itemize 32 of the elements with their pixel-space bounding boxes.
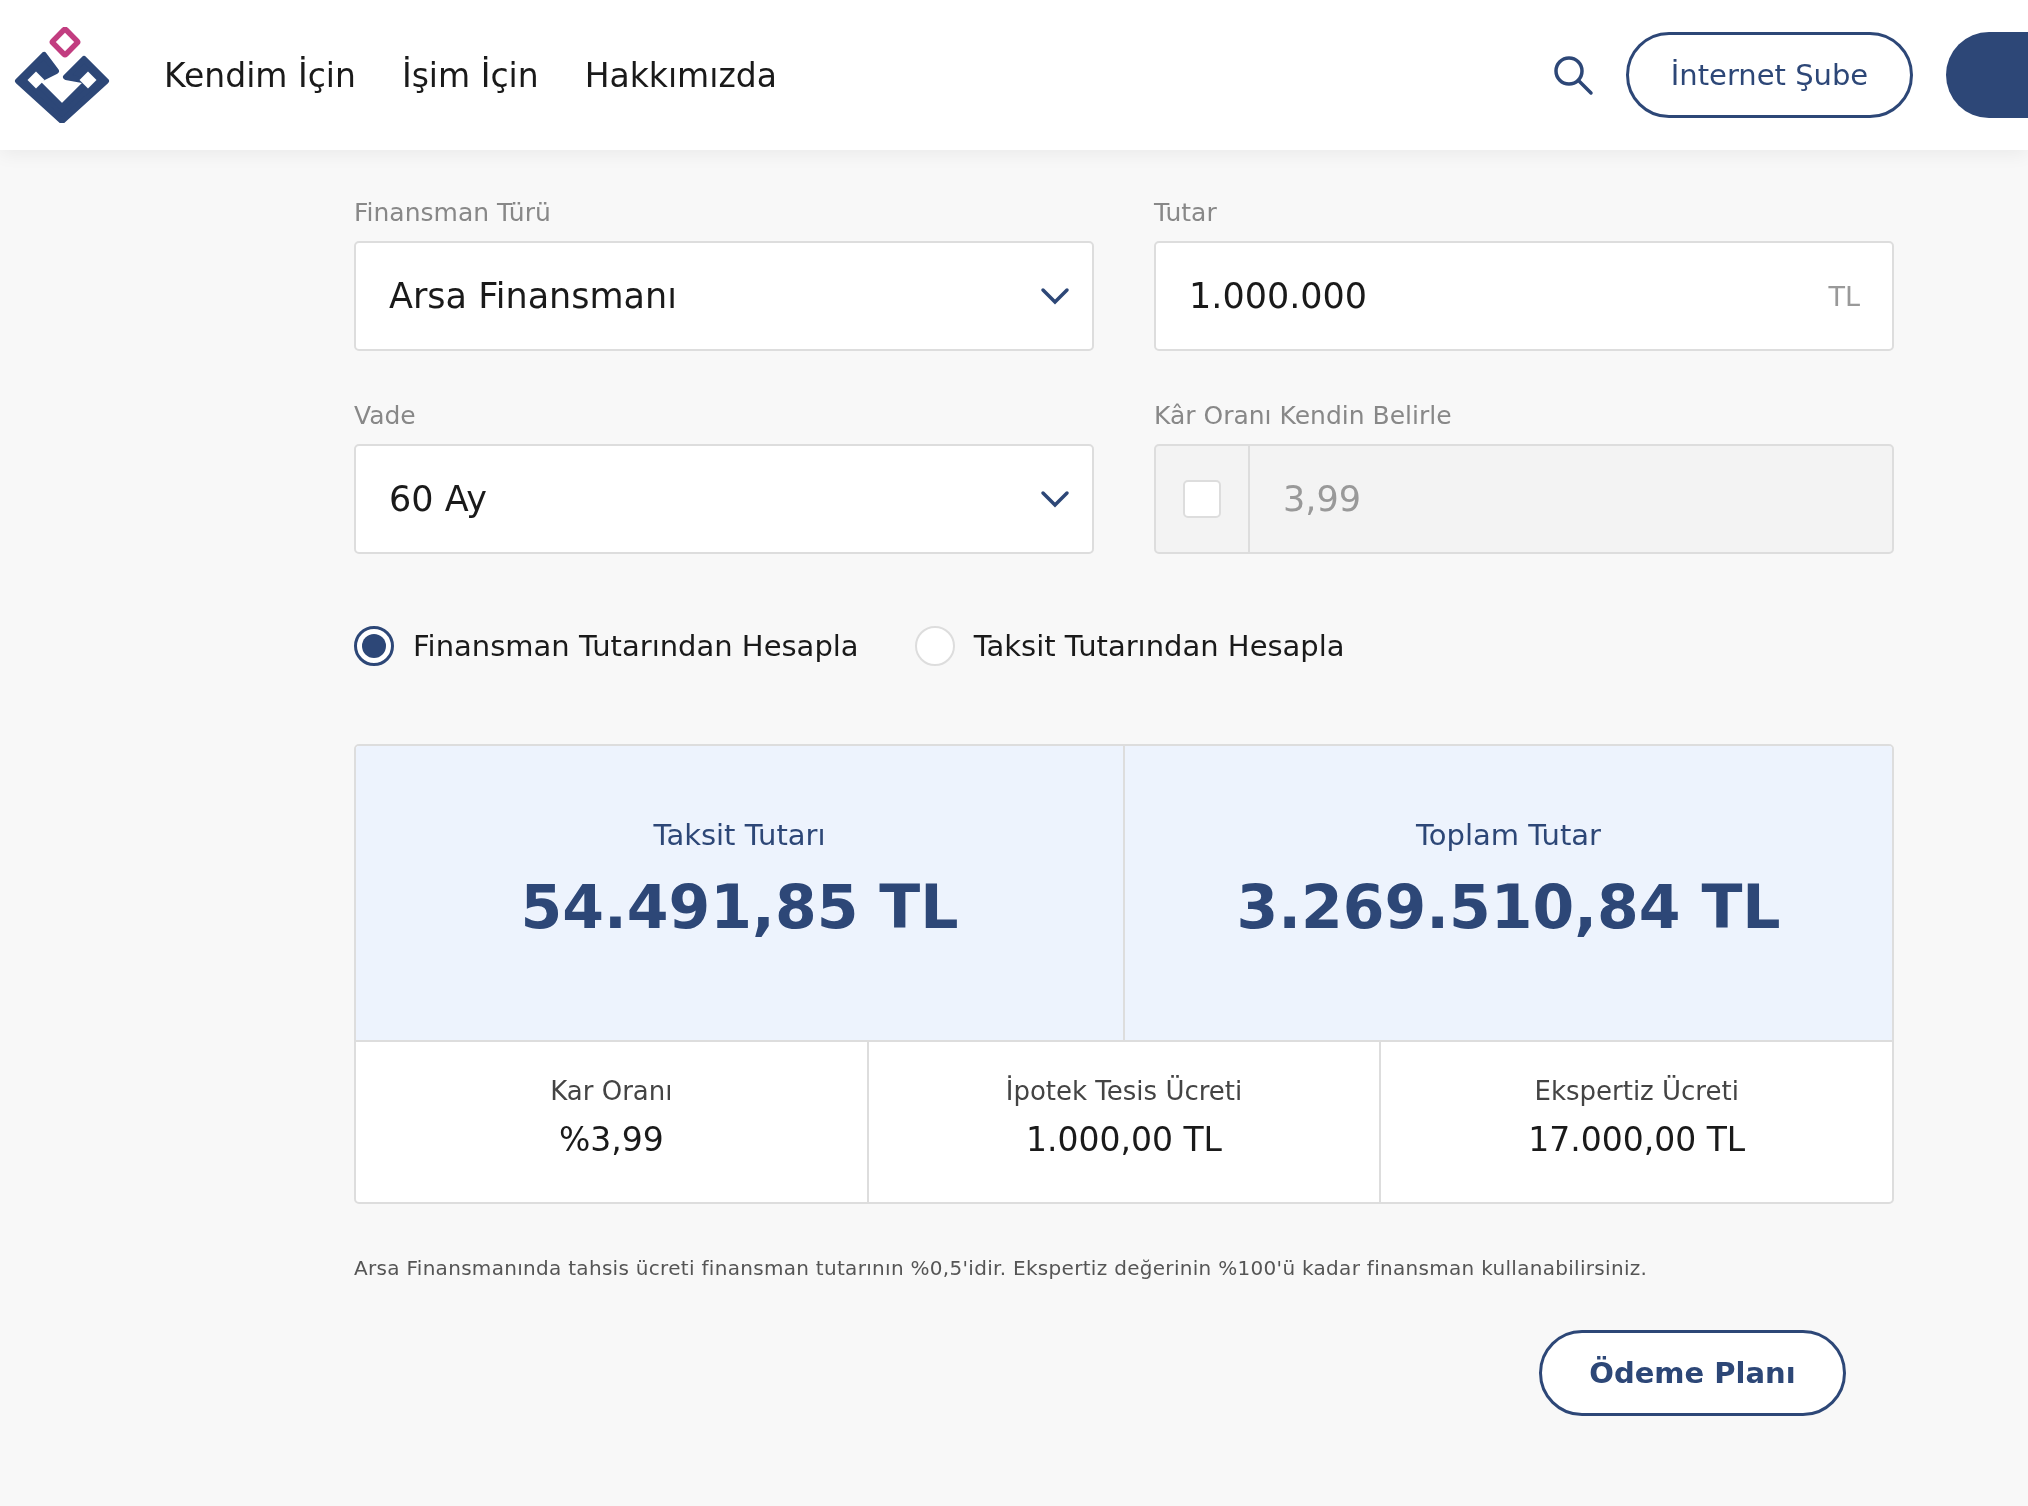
detail-label: İpotek Tesis Ücreti (1005, 1076, 1243, 1106)
logo-icon[interactable] (14, 27, 110, 123)
field-label: Vade (354, 401, 417, 430)
result-value: 54.491,85 TL (520, 872, 959, 942)
amount-field[interactable]: 1.000.000 TL (1154, 241, 1894, 351)
payment-plan-button[interactable]: Ödeme Planı (1539, 1330, 1846, 1416)
radio-label[interactable]: Finansman Tutarından Hesapla (413, 629, 859, 663)
result-value: 3.269.510,84 TL (1236, 872, 1781, 942)
chevron-down-icon (1040, 490, 1070, 508)
radio-label[interactable]: Taksit Tutarından Hesapla (973, 629, 1345, 663)
detail-value: 17.000,00 TL (1528, 1120, 1746, 1159)
select-field[interactable]: 60 Ay (354, 444, 1094, 554)
primary-button[interactable] (1946, 32, 2028, 118)
currency-label: TL (1828, 280, 1860, 312)
result-label: Taksit Tutarı (653, 818, 826, 852)
info-note: Arsa Finansmanında tahsis ücreti finansman tutarının %0,5'idir. Ekspertiz değerinin %100'ü kadar finansman kullanabilirsiniz. (354, 1256, 1649, 1280)
field-label: Tutar (1154, 198, 1218, 227)
field-label: Kâr Oranı Kendin Belirle (1154, 401, 1453, 430)
nav-link[interactable]: İşim İçin (401, 55, 539, 95)
detail-label: Kar Oranı (550, 1076, 673, 1106)
detail-label: Ekspertiz Ücreti (1534, 1076, 1739, 1106)
nav-link[interactable]: Hakkımızda (584, 55, 777, 95)
detail-value: %3,99 (558, 1120, 664, 1159)
chevron-down-icon (1040, 287, 1070, 305)
field-label: Finansman Türü (354, 198, 552, 227)
select-field[interactable]: Arsa Finansmanı (354, 241, 1094, 351)
detail-value: 1.000,00 TL (1026, 1120, 1222, 1159)
result-label: Toplam Tutar (1416, 818, 1601, 852)
nav-link[interactable]: Kendim İçin (164, 55, 356, 95)
login-button[interactable]: İnternet Şube (1626, 32, 1913, 118)
radio-button[interactable] (354, 626, 394, 666)
search-icon[interactable] (1552, 54, 1594, 96)
